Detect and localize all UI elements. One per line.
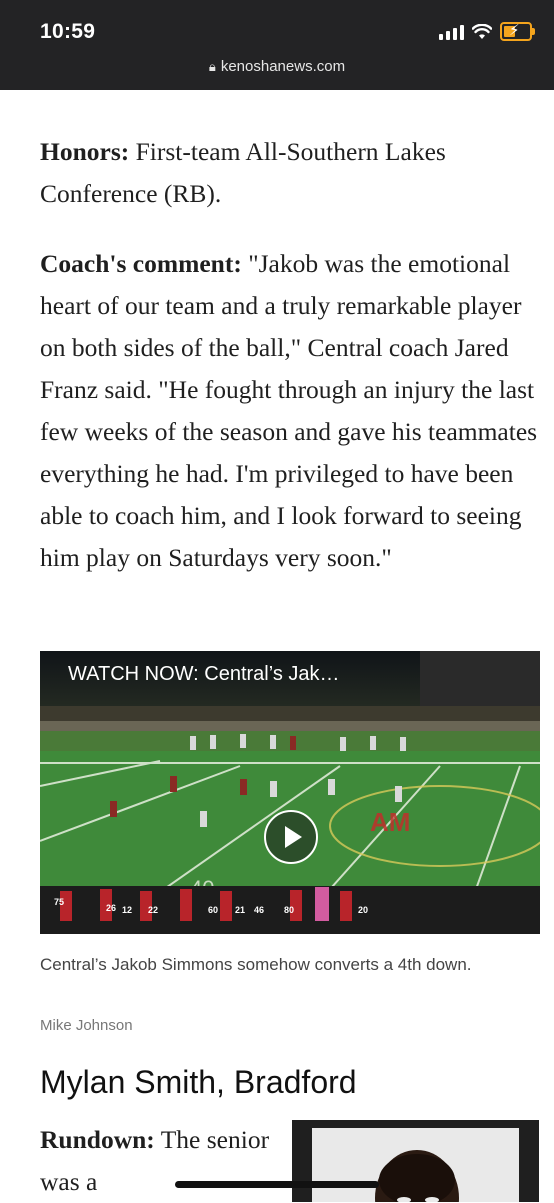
player-photo — [375, 1150, 459, 1202]
rundown-label: Rundown: — [40, 1125, 155, 1154]
video-caption: Central’s Jakob Simmons somehow converts… — [40, 955, 472, 974]
svg-text:75: 75 — [54, 897, 64, 907]
address-url: kenoshanews.com — [220, 58, 346, 75]
video-player[interactable]: AM 40 50 752612 226021 468020 — [40, 651, 540, 934]
play-button[interactable] — [264, 810, 318, 864]
coach-comment-paragraph: Coach's comment: "Jakob was the emotiona… — [40, 243, 540, 579]
coach-comment-text: "Jakob was the emotional heart of our te… — [40, 249, 538, 572]
status-icons: ⚡ — [439, 21, 535, 41]
honors-label: Honors: — [40, 137, 130, 166]
rundown-paragraph: Rundown: The senior was a — [40, 1119, 290, 1203]
cellular-signal-icon — [439, 24, 464, 40]
coach-comment-label: Coach's comment: — [40, 249, 242, 278]
svg-text:20: 20 — [358, 905, 368, 915]
svg-text:80: 80 — [284, 905, 294, 915]
honors-paragraph: Honors: First-team All-Southern Lakes Co… — [40, 131, 535, 215]
browser-top-bar: 10:59 ⚡ 🔒︎ kenoshanews.com — [0, 0, 554, 90]
svg-text:26: 26 — [106, 903, 116, 913]
status-time: 10:59 — [40, 20, 96, 43]
svg-text:60: 60 — [208, 905, 218, 915]
svg-text:46: 46 — [254, 905, 264, 915]
address-bar[interactable]: 🔒︎ kenoshanews.com — [0, 58, 554, 75]
photo-credit: Mike Johnson — [40, 1017, 133, 1034]
video-title: WATCH NOW: Central’s Jak… — [68, 663, 340, 685]
svg-text:AM: AM — [370, 807, 410, 837]
lock-icon: 🔒︎ — [208, 59, 216, 74]
play-icon — [285, 826, 302, 848]
video-thumbnail: AM 40 50 752612 226021 468020 — [40, 651, 540, 934]
battery-charging-icon: ⚡ — [500, 21, 535, 41]
wifi-icon — [472, 23, 492, 39]
home-indicator[interactable] — [175, 1181, 379, 1188]
svg-text:22: 22 — [148, 905, 158, 915]
svg-text:21: 21 — [235, 905, 245, 915]
player-portrait — [292, 1120, 539, 1202]
section-heading: Mylan Smith, Bradford — [40, 1064, 357, 1100]
svg-text:12: 12 — [122, 905, 132, 915]
